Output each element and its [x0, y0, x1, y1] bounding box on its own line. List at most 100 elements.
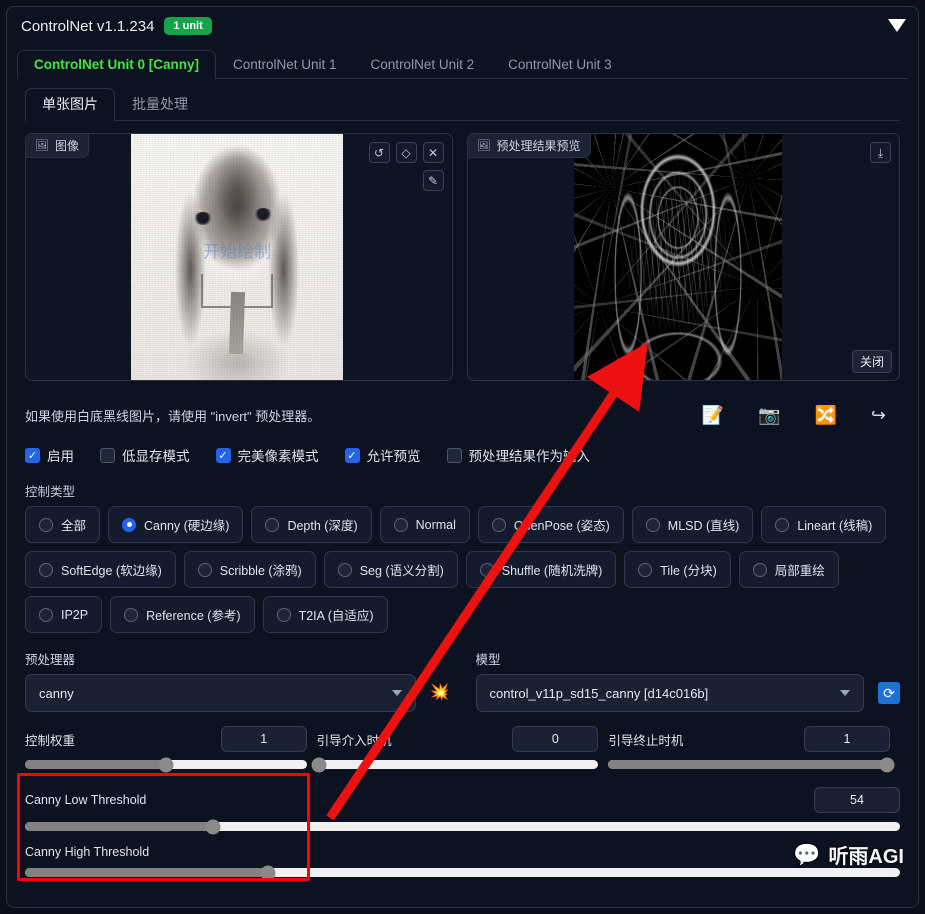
- guidance-end-knob[interactable]: [879, 757, 895, 772]
- preprocessor-value: canny: [39, 685, 74, 701]
- image-row: 🖼 图像 开始绘制 ↺ ◇ ✕ ✎ 🖼 预处理结果预览 ⤓ 关闭: [25, 133, 900, 381]
- tab-single-image[interactable]: 单张图片: [25, 88, 115, 121]
- radio-dot-icon: [752, 562, 767, 577]
- guidance-end-slider: 引导终止时机 1: [608, 726, 900, 772]
- radio-dot-icon: [491, 517, 506, 532]
- eraser-icon[interactable]: ◇: [395, 142, 417, 163]
- control-weight-track[interactable]: [25, 757, 307, 772]
- wechat-icon: 💬: [793, 841, 821, 867]
- watermark: 💬 听雨AGI: [793, 840, 904, 869]
- checkbox-preprocess-as-input-box[interactable]: [446, 447, 462, 463]
- control-type-seg[interactable]: Seg (语义分割): [323, 551, 458, 588]
- weight-slider-row: 控制权重 1 引导介入时机 0 引导终止时机 1: [25, 726, 900, 772]
- radio-dot-icon: [337, 562, 352, 577]
- control-type-inpaint[interactable]: 局部重绘: [738, 551, 839, 588]
- canny-low-threshold-knob[interactable]: [205, 819, 221, 834]
- control-type-openpose[interactable]: OpenPose (姿态): [477, 506, 624, 543]
- checkbox-low-vram[interactable]: 低显存模式: [100, 445, 190, 465]
- checkbox-enable-box[interactable]: ✓: [25, 447, 40, 463]
- control-type-ip2p[interactable]: IP2P: [25, 596, 103, 633]
- close-preview-button[interactable]: 关闭: [851, 350, 892, 373]
- refresh-models-icon[interactable]: ⟳: [878, 682, 900, 704]
- control-type-softedge[interactable]: SoftEdge (软边缘): [25, 551, 176, 588]
- preprocessor-col: 预处理器 canny 💥: [25, 649, 450, 712]
- canny-low-threshold-track[interactable]: [25, 819, 900, 834]
- control-type-reference[interactable]: Reference (参考): [110, 596, 255, 633]
- guidance-start-slider: 引导介入时机 0: [311, 726, 609, 772]
- control-weight-label: 控制权重: [25, 733, 76, 748]
- canny-high-threshold-knob[interactable]: [260, 865, 276, 880]
- control-type-canny[interactable]: Canny (硬边缘): [108, 506, 244, 543]
- checkbox-enable-label: 启用: [47, 449, 74, 464]
- input-image-thumbnail: 开始绘制: [131, 134, 343, 380]
- options-checkbox-row: ✓ 启用 低显存模式 ✓ 完美像素模式 ✓ 允许预览 预处理结果作为输入: [25, 445, 900, 465]
- guidance-end-value[interactable]: 1: [804, 726, 891, 752]
- radio-dot-icon: [393, 517, 408, 532]
- checkbox-enable[interactable]: ✓ 启用: [25, 445, 74, 465]
- checkbox-allow-preview-box[interactable]: ✓: [344, 447, 360, 463]
- close-icon[interactable]: ✕: [422, 142, 444, 163]
- canny-high-threshold-track[interactable]: [25, 865, 900, 880]
- control-weight-knob[interactable]: [158, 757, 174, 772]
- canny-low-threshold-label: Canny Low Threshold: [25, 793, 147, 807]
- preprocessor-select[interactable]: canny: [25, 674, 416, 712]
- guidance-start-knob[interactable]: [311, 757, 327, 772]
- source-tabs: 单张图片 批量处理: [25, 88, 900, 121]
- image-icon: 🖼: [476, 140, 491, 152]
- radio-dot-icon: [638, 562, 653, 577]
- control-type-mlsd[interactable]: MLSD (直线): [631, 506, 754, 543]
- swap-arrows-icon[interactable]: 🔀: [814, 406, 836, 424]
- tab-controlnet-unit-0[interactable]: ControlNet Unit 0 [Canny]: [17, 50, 216, 79]
- run-preprocessor-icon[interactable]: 💥: [430, 685, 450, 701]
- control-type-lineart[interactable]: Lineart (线稿): [761, 506, 887, 543]
- canny-low-threshold-value[interactable]: 54: [814, 787, 900, 813]
- radio-dot-icon: [265, 517, 280, 532]
- download-icon[interactable]: ⤓: [870, 142, 891, 163]
- guidance-start-track[interactable]: [311, 757, 599, 772]
- control-type-normal[interactable]: Normal: [379, 506, 470, 543]
- checkbox-allow-preview-label: 允许预览: [366, 449, 421, 464]
- control-type-tile[interactable]: Tile (分块): [624, 551, 731, 588]
- image-icon: 🖼: [35, 140, 49, 152]
- tab-controlnet-unit-2[interactable]: ControlNet Unit 2: [354, 50, 492, 79]
- canny-low-threshold-slider: Canny Low Threshold 54: [25, 787, 900, 834]
- undo-icon[interactable]: ↺: [368, 142, 390, 163]
- checkbox-preprocess-as-input-label: 预处理结果作为输入: [468, 449, 591, 464]
- control-type-scribble[interactable]: Scribble (涂鸦): [183, 551, 316, 588]
- tab-controlnet-unit-3[interactable]: ControlNet Unit 3: [491, 50, 629, 79]
- page-title: ControlNet v1.1.234: [21, 17, 155, 35]
- checkbox-pixel-perfect-box[interactable]: ✓: [215, 447, 231, 463]
- chevron-down-icon: [840, 690, 850, 696]
- hint-row: 如果使用白底黑线图片，请使用 "invert" 预处理器。 📝 📷 🔀 ↪: [25, 395, 900, 435]
- action-icon-group: 📝 📷 🔀 ↪: [702, 406, 900, 424]
- checkbox-low-vram-box[interactable]: [100, 447, 115, 463]
- preview-toolbar: ⤓: [870, 142, 891, 163]
- checkbox-preprocess-as-input[interactable]: 预处理结果作为输入: [446, 445, 591, 465]
- app-header: ControlNet v1.1.234 1 unit: [7, 7, 918, 39]
- camera-icon[interactable]: 📷: [758, 406, 780, 424]
- preprocessor-preview-box[interactable]: 🖼 预处理结果预览 ⤓ 关闭: [466, 133, 900, 381]
- guidance-end-track[interactable]: [608, 757, 895, 772]
- send-arrow-icon[interactable]: ↪: [871, 406, 886, 424]
- chevron-down-icon[interactable]: [888, 19, 906, 32]
- radio-dot-icon: [124, 607, 139, 622]
- edit-note-icon[interactable]: 📝: [702, 406, 724, 424]
- control-type-shuffle[interactable]: Shuffle (随机洗牌): [465, 551, 617, 588]
- control-type-depth[interactable]: Depth (深度): [251, 506, 372, 543]
- tab-controlnet-unit-1[interactable]: ControlNet Unit 1: [216, 50, 354, 79]
- controlnet-panel: ControlNet v1.1.234 1 unit ControlNet Un…: [6, 6, 919, 908]
- checkbox-allow-preview[interactable]: ✓ 允许预览: [344, 445, 421, 465]
- control-type-t2ia[interactable]: T2IA (自适应): [262, 596, 388, 633]
- preview-tag-label: 预处理结果预览: [496, 139, 581, 153]
- input-image-dropzone[interactable]: 🖼 图像 开始绘制 ↺ ◇ ✕ ✎: [25, 133, 453, 381]
- radio-dot-icon: [197, 562, 212, 577]
- control-weight-value[interactable]: 1: [220, 726, 307, 752]
- model-select[interactable]: control_v11p_sd15_canny [d14c016b]: [475, 674, 864, 712]
- invert-hint-text: 如果使用白底黑线图片，请使用 "invert" 预处理器。: [25, 408, 321, 424]
- control-type-all[interactable]: 全部: [25, 506, 101, 543]
- tab-batch-process[interactable]: 批量处理: [115, 88, 205, 121]
- radio-dot-icon: [122, 517, 137, 532]
- checkbox-pixel-perfect[interactable]: ✓ 完美像素模式: [215, 445, 319, 465]
- guidance-start-value[interactable]: 0: [512, 726, 599, 752]
- brush-icon[interactable]: ✎: [422, 170, 444, 191]
